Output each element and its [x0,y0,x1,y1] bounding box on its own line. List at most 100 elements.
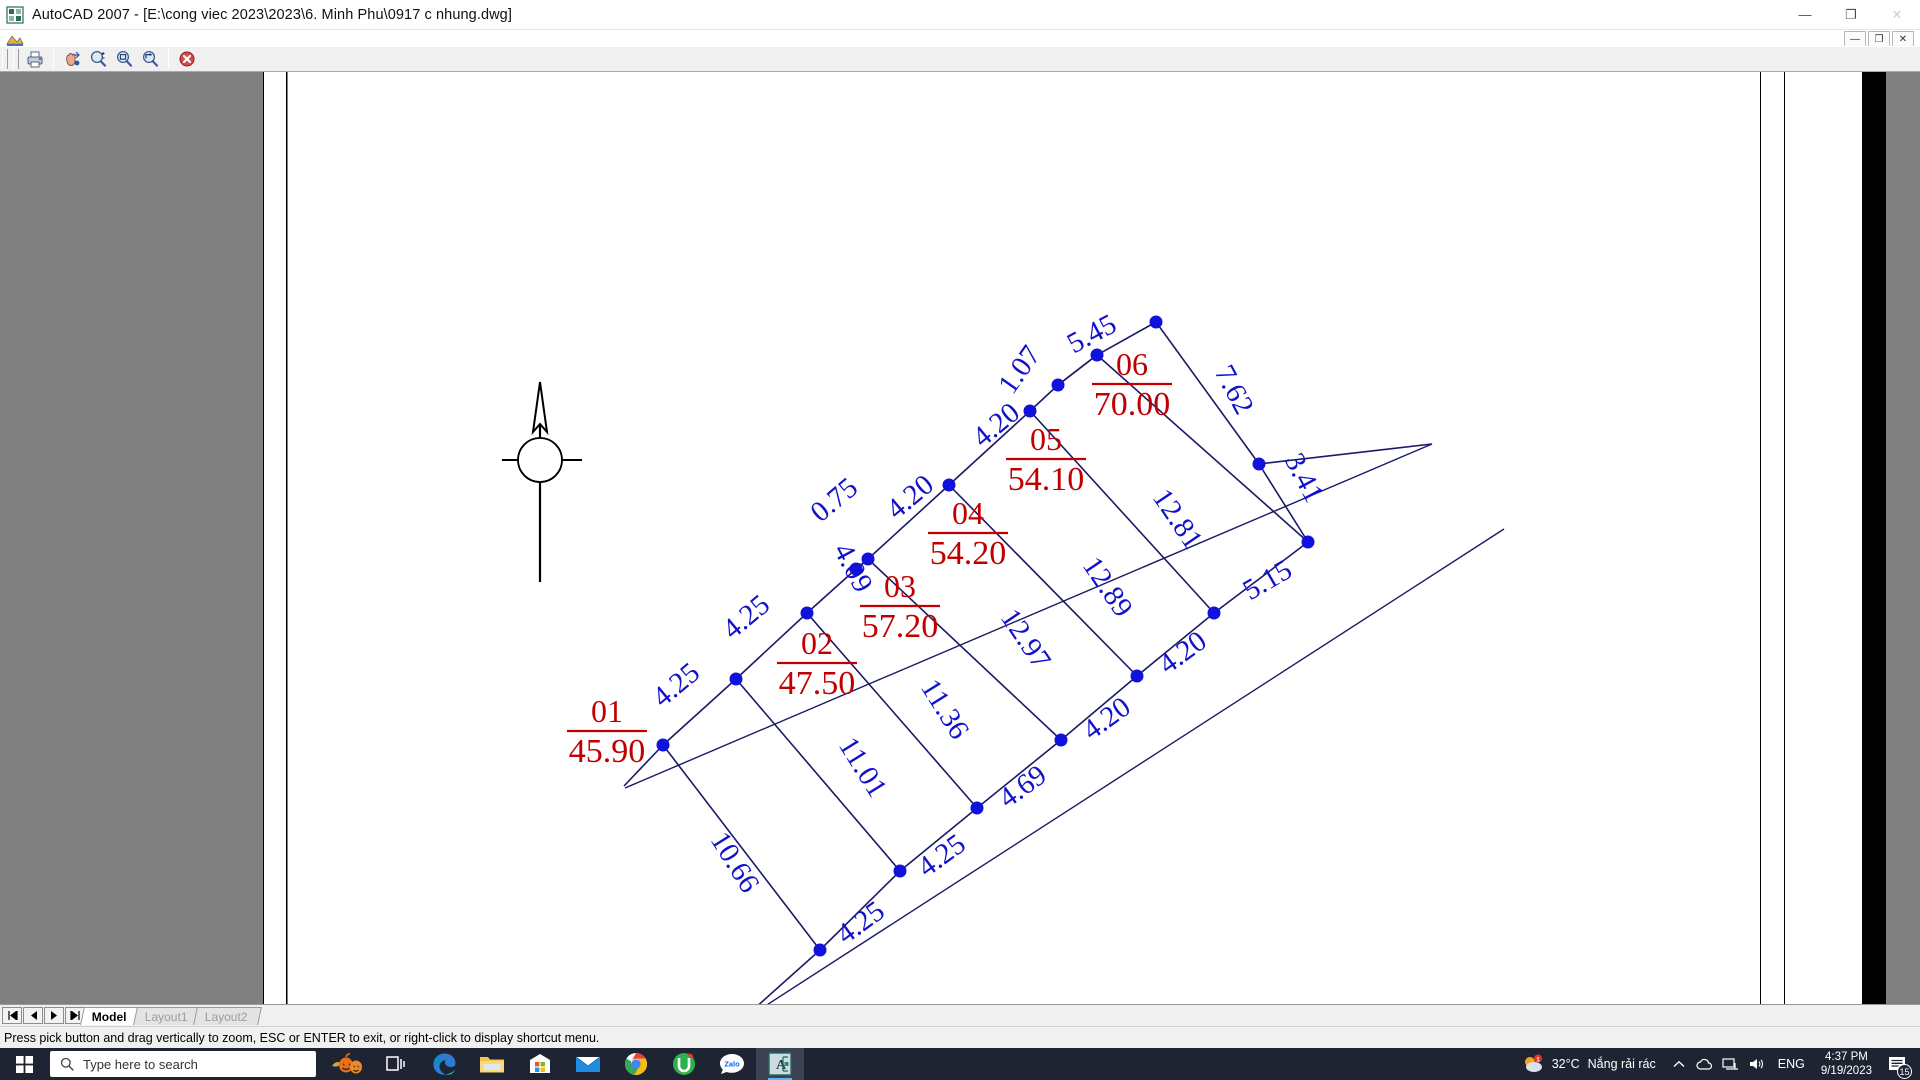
parcel-id: 02 [801,625,833,661]
parcel-area: 57.20 [862,608,939,645]
toolbar-grip[interactable] [2,49,8,69]
tab-nav-first[interactable] [2,1007,22,1024]
dimension-value: 4.25 [912,828,972,884]
taskbar-app-icons: Zalo A [324,1048,804,1080]
dimension-value: 7.62 [1208,360,1260,420]
dimension-value: 1.07 [992,340,1047,400]
vertex-node [1130,669,1144,683]
autocad-app-icon [6,5,24,24]
search-icon [60,1057,74,1071]
parcel-area: 54.10 [1008,461,1085,498]
parcel-label: 04 54.20 [928,495,1008,572]
microsoft-store-icon[interactable] [516,1048,564,1080]
vertex-node [893,864,907,878]
weather-icon: 1 [1524,1054,1542,1072]
notification-center-button[interactable]: 15 [1880,1048,1914,1080]
vertex-node [1023,404,1037,418]
volume-icon[interactable] [1744,1048,1770,1080]
dimension-value: 0.75 [804,472,863,529]
dimension-value: 12.97 [994,603,1057,675]
parcel-area: 47.50 [779,665,856,702]
dimension-value: 10.66 [704,826,766,898]
parcel-label: 05 54.10 [1006,421,1086,498]
tab-layout2[interactable]: Layout2 [193,1006,262,1025]
minimize-button[interactable]: — [1782,0,1828,30]
status-message: Press pick button and drag vertically to… [4,1030,600,1045]
window-controls: — ❐ ✕ [1782,0,1920,30]
dimension-value: 4.25 [716,589,775,646]
vertex-node [1054,733,1068,747]
window-title: AutoCAD 2007 - [E:\cong viec 2023\2023\6… [32,6,512,23]
dimension-value: 4.25 [831,895,891,951]
tab-model-label: Model [91,1009,127,1023]
tab-model[interactable]: Model [80,1006,141,1025]
zoom-window-icon[interactable] [111,47,137,71]
tab-layout1-label: Layout1 [144,1009,188,1023]
toolbar-grip-2[interactable] [13,49,19,69]
task-view-icon[interactable] [372,1048,420,1080]
vertex-nodes [656,315,1315,957]
plot-icon[interactable] [22,47,48,71]
parcel-label: 01 45.90 [567,693,647,770]
start-button[interactable] [0,1048,48,1080]
zalo-icon[interactable]: Zalo [708,1048,756,1080]
vertex-node [813,943,827,957]
chrome-icon[interactable] [612,1048,660,1080]
vertex-node [656,738,670,752]
exit-icon[interactable] [174,47,200,71]
dimension-labels: 4.254.250.75 4.204.201.075.457.623.415.15… [646,308,1329,951]
dimension-value: 4.20 [966,397,1025,454]
dimension-value: 4.25 [646,657,705,714]
pan-realtime-icon[interactable] [59,47,85,71]
autocad-icon[interactable]: A [756,1048,804,1080]
language-indicator[interactable]: ENG [1770,1057,1813,1071]
dimension-value: 4.20 [1077,691,1137,747]
vertex-node [1051,378,1065,392]
notification-count: 15 [1897,1064,1912,1079]
unikey-icon[interactable] [660,1048,708,1080]
windows-taskbar: Type here to search Zalo A 1 32°C Nắng r… [0,1048,1920,1080]
toolbar [0,46,1920,72]
dimension-value: 4.69 [993,759,1053,815]
search-placeholder: Type here to search [83,1056,198,1072]
drawing-canvas[interactable]: 01 45.90 02 47.50 03 57.20 04 54.20 05 54.10 06 70.… [0,72,1920,1010]
toolbar-separator-1 [53,49,54,69]
toolbar-separator-2 [168,49,169,69]
parcel-area: 70.00 [1094,386,1171,423]
close-button[interactable]: ✕ [1874,0,1920,30]
vertex-node [1149,315,1163,329]
weather-description: Nắng rải rác [1587,1057,1656,1071]
tray-expand-chevron-icon[interactable] [1666,1048,1692,1080]
plot-drawing: 01 45.90 02 47.50 03 57.20 04 54.20 05 54.10 06 70.… [0,72,1920,1010]
restore-button[interactable]: ❐ [1828,0,1874,30]
tab-layout1[interactable]: Layout1 [132,1006,202,1025]
parcel-id: 01 [591,693,623,729]
edge-icon[interactable] [420,1048,468,1080]
pumpkin-decoration-icon [324,1048,372,1080]
north-arrow-icon [502,381,582,582]
parcel-area: 45.90 [569,733,646,770]
clock-time: 4:37 PM [1825,1051,1868,1063]
weather-widget[interactable]: 1 32°C Nắng rải rác [1512,1048,1666,1080]
status-bar: Press pick button and drag vertically to… [0,1026,1920,1048]
dimension-value: 4.20 [880,469,939,526]
onedrive-icon[interactable] [1692,1048,1718,1080]
zoom-realtime-icon[interactable] [85,47,111,71]
file-explorer-icon[interactable] [468,1048,516,1080]
zoom-previous-icon[interactable] [137,47,163,71]
dimension-value: 5.15 [1238,554,1298,607]
parcel-id: 05 [1030,421,1062,457]
tab-nav-prev[interactable] [23,1007,43,1024]
road-lines [624,443,1505,1010]
clock[interactable]: 4:37 PM 9/19/2023 [1813,1050,1880,1078]
dimension-value: 11.01 [832,732,893,803]
parcel-label: 02 47.50 [777,625,857,702]
parcel-label: 06 70.00 [1092,346,1172,423]
search-input[interactable]: Type here to search [50,1051,316,1077]
vertex-node [1252,457,1266,471]
parcel-id: 03 [884,568,916,604]
network-icon[interactable] [1718,1048,1744,1080]
tab-nav-next[interactable] [44,1007,64,1024]
mail-icon[interactable] [564,1048,612,1080]
vertex-node [942,478,956,492]
